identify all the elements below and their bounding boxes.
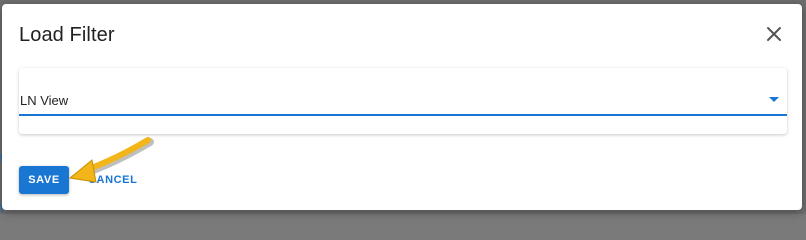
load-filter-dialog: Load Filter LN View SAVE CANCEL — [2, 4, 802, 210]
filter-select[interactable]: LN View — [19, 74, 787, 116]
filter-select-card: LN View — [19, 68, 787, 134]
dropdown-arrow-icon — [769, 97, 779, 102]
dialog-title: Load Filter — [19, 24, 115, 46]
close-button[interactable] — [762, 22, 786, 46]
save-button[interactable]: SAVE — [19, 166, 69, 194]
filter-select-value: LN View — [20, 93, 69, 108]
close-icon — [767, 27, 781, 41]
cancel-button[interactable]: CANCEL — [84, 166, 141, 194]
